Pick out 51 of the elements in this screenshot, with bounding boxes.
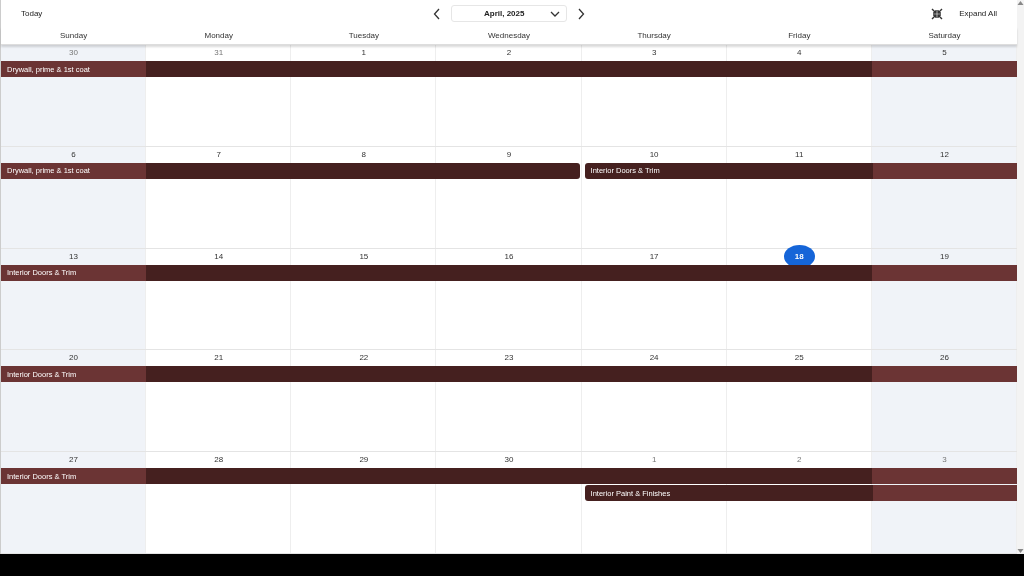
date-number: 16 [503,250,515,263]
scroll-down-icon[interactable] [1017,548,1024,554]
date-number: 19 [938,250,950,263]
date-number: 2 [796,454,803,467]
next-icon[interactable] [577,7,585,20]
weekday-header: Tuesday [347,31,381,40]
date-number: 9 [505,148,513,161]
date-number: 26 [938,352,950,365]
date-number: 4 [796,47,803,59]
date-number: 2 [505,47,513,59]
weekday-header: Monday [203,31,234,40]
weekday-header: Thursday [636,31,672,40]
date-number: 5 [941,47,948,59]
date-number: 29 [358,454,370,467]
date-number: 11 [794,148,805,161]
date-number: 30 [503,454,515,467]
date-number: 13 [68,250,79,263]
date-number: 17 [648,250,660,263]
date-number: 25 [793,352,805,365]
month-dropdown[interactable]: April, 2025 [451,5,567,22]
date-number: 14 [213,250,225,263]
date-number: 30 [68,47,79,59]
date-number: 1 [360,47,368,59]
date-number: 28 [213,454,225,467]
date-number: 3 [650,47,658,59]
weekday-header: Saturday [927,31,962,40]
chevron-down-icon [550,10,560,17]
weekday-header: Sunday [59,31,89,40]
weekday-header: Wednesday [486,31,532,40]
date-number: 6 [70,148,77,161]
date-number: 20 [68,352,79,365]
date-number: 7 [215,148,222,161]
date-number: 31 [213,47,225,59]
date-number: 1 [650,454,658,467]
date-number: 27 [68,454,79,467]
date-number: 3 [941,454,948,467]
date-number: 8 [360,148,368,161]
today-button[interactable]: Today [13,5,51,22]
date-number: 10 [648,148,660,161]
date-number: 15 [358,250,370,263]
date-number: 24 [648,352,660,365]
expand-all-button[interactable]: Expand All [951,5,1005,22]
collapse-icon[interactable] [931,7,944,20]
date-number: 23 [503,352,515,365]
date-number: 21 [213,352,225,365]
scroll-up-icon[interactable] [1017,0,1024,6]
previous-icon[interactable] [433,7,441,20]
scrollbar[interactable] [1017,0,1024,554]
date-number: 22 [358,352,370,365]
date-number: 12 [938,148,950,161]
weekday-header: Friday [787,31,812,40]
